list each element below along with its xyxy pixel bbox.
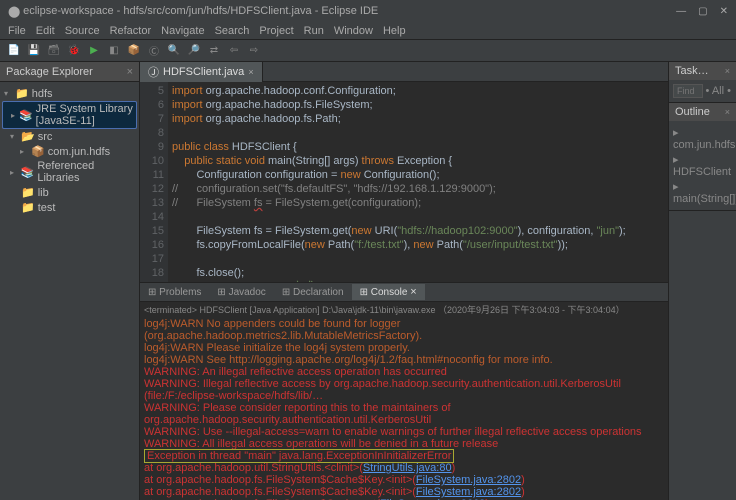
console-line: at org.apache.hadoop.fs.FileSystem$Cache… [144, 486, 664, 498]
outline-item[interactable]: ▸ com.jun.hdfs [673, 125, 732, 152]
tree-item[interactable]: ▸📚JRE System Library [JavaSE-11] [2, 101, 137, 129]
editor-tab[interactable]: Ⓙ HDFSClient.java × [140, 62, 263, 82]
save-all-icon[interactable]: 🗃 [46, 43, 62, 59]
console-line: WARNING: Please consider reporting this … [144, 402, 664, 426]
package-explorer-title: Package Explorer [6, 66, 93, 78]
tree-item[interactable]: ▸📚Referenced Libraries [2, 159, 137, 185]
console-line: log4j:WARN No appenders could be found f… [144, 318, 664, 342]
run-icon[interactable]: ▶ [86, 43, 102, 59]
forward-icon[interactable]: ⇨ [246, 43, 262, 59]
save-icon[interactable]: 💾 [26, 43, 42, 59]
tree-label: JRE System Library [JavaSE-11] [36, 103, 134, 127]
toggle-icon[interactable]: ⇄ [206, 43, 222, 59]
tab-problems[interactable]: ⊞ Problems [140, 285, 209, 300]
console-line: WARNING: Illegal reflective access by or… [144, 378, 664, 402]
menu-window[interactable]: Window [334, 25, 373, 37]
java-file-icon: Ⓙ [148, 64, 159, 80]
tab-javadoc[interactable]: ⊞ Javadoc [209, 285, 273, 300]
close-icon[interactable]: × [725, 107, 730, 117]
close-icon[interactable]: × [410, 286, 416, 298]
console-line: WARNING: An illegal reflective access op… [144, 366, 664, 378]
console-line: WARNING: Use --illegal-access=warn to en… [144, 426, 664, 438]
outline-panel-tab[interactable]: Outline × [669, 103, 736, 121]
tree-label: test [38, 202, 56, 214]
search-icon[interactable]: 🔎 [186, 43, 202, 59]
open-type-icon[interactable]: 🔍 [166, 43, 182, 59]
tree-item[interactable]: 📁test [2, 200, 137, 215]
close-tab-icon[interactable]: × [248, 67, 253, 77]
task-filter-all[interactable]: • All • [706, 85, 731, 97]
close-icon[interactable]: × [725, 66, 730, 76]
task-find-input[interactable] [673, 84, 703, 98]
package-explorer-tab[interactable]: Package Explorer × [0, 62, 139, 82]
titlebar: ⬤ eclipse-workspace - hdfs/src/com/jun/h… [0, 0, 736, 22]
new-class-icon[interactable]: Ⓒ [146, 43, 162, 59]
tab-console[interactable]: ⊞ Console × [352, 284, 425, 300]
toolbar: 📄 💾 🗃 🐞 ▶ ◧ 📦 Ⓒ 🔍 🔎 ⇄ ⇦ ⇨ [0, 40, 736, 62]
minimize-button[interactable]: ― [676, 6, 686, 17]
menu-search[interactable]: Search [215, 25, 250, 37]
code-area[interactable]: import org.apache.hadoop.conf.Configurat… [168, 82, 668, 282]
menu-navigate[interactable]: Navigate [161, 25, 204, 37]
bottom-tabs: ⊞ Problems⊞ Javadoc⊞ Declaration⊞ Consol… [140, 282, 668, 302]
maximize-button[interactable]: ▢ [698, 6, 707, 17]
coverage-icon[interactable]: ◧ [106, 43, 122, 59]
editor-tab-label: HDFSClient.java [163, 66, 244, 78]
eclipse-icon: ⬤ [8, 5, 20, 18]
console-header: <terminated> HDFSClient [Java Applicatio… [144, 304, 664, 316]
console-view[interactable]: <terminated> HDFSClient [Java Applicatio… [140, 302, 668, 500]
new-package-icon[interactable]: 📦 [126, 43, 142, 59]
close-button[interactable]: ✕ [720, 6, 728, 17]
menu-help[interactable]: Help [383, 25, 406, 37]
outline-item[interactable]: ▸ main(String[]) [673, 179, 732, 206]
menu-file[interactable]: File [8, 25, 26, 37]
task-title: Task… [675, 65, 709, 77]
tree-label: Referenced Libraries [37, 160, 135, 184]
back-icon[interactable]: ⇦ [226, 43, 242, 59]
outline-item[interactable]: ▸ HDFSClient [673, 152, 732, 179]
menu-source[interactable]: Source [65, 25, 100, 37]
new-icon[interactable]: 📄 [6, 43, 22, 59]
code-editor[interactable]: 5678910111213141516171819202122 import o… [140, 82, 668, 282]
console-line: log4j:WARN See http://logging.apache.org… [144, 354, 664, 366]
menubar: File Edit Source Refactor Navigate Search Proj… [0, 22, 736, 40]
tree-label: com.jun.hdfs [48, 146, 110, 158]
tree-item[interactable]: ▾📂src [2, 129, 137, 144]
tab-declaration[interactable]: ⊞ Declaration [274, 285, 352, 300]
line-gutter: 5678910111213141516171819202122 [140, 82, 168, 282]
menu-project[interactable]: Project [259, 25, 293, 37]
menu-refactor[interactable]: Refactor [110, 25, 152, 37]
console-line: at org.apache.hadoop.util.StringUtils.<c… [144, 462, 664, 474]
tree-item[interactable]: ▸📦com.jun.hdfs [2, 144, 137, 159]
menu-run[interactable]: Run [304, 25, 324, 37]
window-title: eclipse-workspace - hdfs/src/com/jun/hdf… [23, 5, 378, 17]
tree-item[interactable]: 📁lib [2, 185, 137, 200]
debug-icon[interactable]: 🐞 [66, 43, 82, 59]
close-icon[interactable]: × [127, 66, 133, 78]
tree-label: src [38, 131, 53, 143]
console-line: Exception in thread "main" java.lang.Exc… [144, 450, 664, 462]
menu-edit[interactable]: Edit [36, 25, 55, 37]
project-tree: ▾📁hdfs▸📚JRE System Library [JavaSE-11]▾📂… [0, 82, 139, 219]
tree-item[interactable]: ▾📁hdfs [2, 86, 137, 101]
console-line: log4j:WARN Please initialize the log4j s… [144, 342, 664, 354]
tree-label: lib [38, 187, 49, 199]
outline-title: Outline [675, 106, 710, 118]
tree-label: hdfs [32, 88, 53, 100]
console-line: at org.apache.hadoop.fs.FileSystem$Cache… [144, 474, 664, 486]
task-panel-tab[interactable]: Task… × [669, 62, 736, 80]
